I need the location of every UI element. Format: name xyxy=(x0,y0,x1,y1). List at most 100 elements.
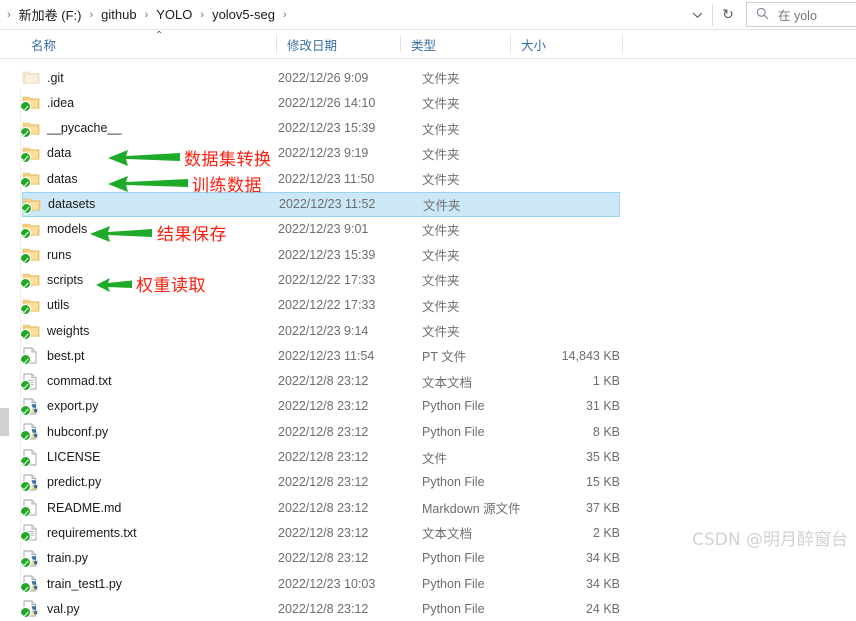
annotation-arrow-datas xyxy=(108,150,180,166)
sync-check-icon xyxy=(20,126,31,138)
column-divider-4[interactable] xyxy=(622,35,623,53)
table-row[interactable]: hubconf.py 2022/12/8 23:12 Python File 8 KB xyxy=(20,419,620,444)
annotation-label-runs: 结果保存 xyxy=(157,225,227,245)
file-name-cell[interactable]: predict.py xyxy=(20,474,277,492)
file-python-icon xyxy=(20,550,40,568)
file-name-label: scripts xyxy=(47,272,84,287)
file-name-label: README.md xyxy=(47,500,122,515)
file-python-icon xyxy=(20,575,40,593)
file-type-cell: 文件夹 xyxy=(422,223,460,238)
breadcrumb-item-yolo[interactable]: YOLO xyxy=(153,5,195,24)
sync-check-icon xyxy=(21,202,32,214)
table-row[interactable]: datasets 2022/12/23 11:52 文件夹 xyxy=(21,191,620,217)
file-name-cell[interactable]: .idea xyxy=(20,94,277,113)
breadcrumb[interactable]: › 新加卷 (F:) › github › YOLO › yolov5-seg … xyxy=(0,0,684,29)
table-row[interactable]: .git 2022/12/26 9:09 文件夹 xyxy=(22,65,620,90)
column-header-type[interactable]: 类型 xyxy=(402,30,510,58)
column-header-date-modified[interactable]: 修改日期 xyxy=(278,30,400,58)
table-row[interactable]: weights 2022/12/23 9:14 文件夹 xyxy=(20,318,620,343)
sync-check-icon xyxy=(20,177,31,189)
breadcrumb-separator-2[interactable]: › xyxy=(140,9,154,21)
file-name-label: __pycache__ xyxy=(47,121,122,136)
file-name-cell[interactable]: utils xyxy=(20,297,277,315)
table-row[interactable]: val.py 2022/12/8 23:12 Python File 24 KB xyxy=(20,596,620,621)
file-date-cell: 2022/12/23 11:52 xyxy=(279,197,376,211)
file-name-cell[interactable]: README.md xyxy=(20,499,277,518)
folder-icon xyxy=(20,145,40,163)
file-date-cell: 2022/12/23 11:54 xyxy=(278,348,375,363)
file-size-cell: 1 KB xyxy=(592,374,620,389)
file-name-cell[interactable]: runs xyxy=(20,246,277,265)
table-row[interactable]: runs 2022/12/23 15:39 文件夹 xyxy=(20,242,620,267)
file-list[interactable]: .git 2022/12/26 9:09 文件夹 .idea 2022/12/26 14… xyxy=(0,59,856,619)
column-header-size[interactable]: 大小 xyxy=(512,30,622,58)
table-row[interactable]: README.md 2022/12/8 23:12 Markdown 源文件 37 K… xyxy=(20,495,620,520)
column-divider-1[interactable] xyxy=(276,35,277,53)
file-date-cell: 2022/12/23 9:19 xyxy=(278,146,369,161)
column-header-name[interactable]: 名称 xyxy=(22,30,276,58)
table-row[interactable]: train_test1.py 2022/12/23 10:03 Python Fil… xyxy=(20,571,620,596)
breadcrumb-item-yolov5-seg[interactable]: yolov5-seg xyxy=(209,5,278,24)
table-row[interactable]: export.py 2022/12/8 23:12 Python File 31 KB xyxy=(20,394,620,419)
breadcrumb-separator-4[interactable]: › xyxy=(278,9,292,21)
column-divider-3[interactable] xyxy=(510,35,511,53)
file-date-cell: 2022/12/8 23:12 xyxy=(278,450,369,464)
table-row[interactable]: requirements.txt 2022/12/8 23:12 文本文档 2 KB xyxy=(20,520,620,545)
breadcrumb-item-github[interactable]: github xyxy=(98,5,139,24)
file-name-cell[interactable]: datasets xyxy=(21,196,278,214)
breadcrumb-separator-1[interactable]: › xyxy=(85,9,99,21)
file-name-cell[interactable]: weights xyxy=(20,322,277,340)
file-size-cell: 31 KB xyxy=(585,399,620,414)
search-input[interactable]: 在 yolo xyxy=(746,2,856,27)
file-type-cell: Python File xyxy=(422,424,485,439)
table-row[interactable]: utils 2022/12/22 17:33 文件夹 xyxy=(20,293,620,318)
table-row[interactable]: train.py 2022/12/8 23:12 Python File 34 KB xyxy=(20,546,620,571)
annotation-label-datasets: 训练数据 xyxy=(192,176,262,196)
file-date-cell: 2022/12/8 23:12 xyxy=(278,551,369,566)
sync-check-icon xyxy=(20,227,31,239)
file-date-cell: 2022/12/8 23:12 xyxy=(278,475,369,490)
file-name-cell[interactable]: commad.txt xyxy=(20,373,277,391)
file-name-label: LICENSE xyxy=(47,450,101,464)
file-name-label: runs xyxy=(47,247,72,262)
table-row[interactable]: best.pt 2022/12/23 11:54 PT 文件 14,843 KB xyxy=(20,343,620,368)
refresh-icon[interactable]: ↻ xyxy=(715,1,741,28)
file-name-cell[interactable]: LICENSE xyxy=(20,449,277,467)
file-type-cell: 文件夹 xyxy=(422,147,460,162)
file-name-cell[interactable]: __pycache__ xyxy=(20,120,277,138)
file-name-label: requirements.txt xyxy=(47,525,137,540)
file-date-cell: 2022/12/8 23:12 xyxy=(278,399,369,414)
table-row[interactable]: LICENSE 2022/12/8 23:12 文件 35 KB xyxy=(20,445,620,470)
breadcrumb-separator-3[interactable]: › xyxy=(195,9,209,21)
file-name-cell[interactable]: best.pt xyxy=(20,347,277,366)
annotation-arrow-datasets xyxy=(108,176,188,192)
table-row[interactable]: commad.txt 2022/12/8 23:12 文本文档 1 KB xyxy=(20,369,620,394)
file-name-cell[interactable]: train.py xyxy=(20,550,277,568)
file-size-cell: 15 KB xyxy=(585,475,620,490)
file-name-label: models xyxy=(47,222,88,237)
table-row[interactable]: predict.py 2022/12/8 23:12 Python File 15 K… xyxy=(20,470,620,495)
folder-icon xyxy=(21,196,41,214)
address-bar[interactable]: › 新加卷 (F:) › github › YOLO › yolov5-seg … xyxy=(0,0,856,30)
file-name-label: train_test1.py xyxy=(47,576,123,591)
table-row[interactable]: __pycache__ 2022/12/23 15:39 文件夹 xyxy=(20,116,620,141)
file-name-label: export.py xyxy=(47,399,99,414)
vertical-scrollbar-thumb[interactable] xyxy=(0,408,9,436)
file-date-cell: 2022/12/23 10:03 xyxy=(278,576,376,591)
sync-check-icon xyxy=(20,379,31,391)
file-name-cell[interactable]: train_test1.py xyxy=(20,575,277,593)
file-name-cell[interactable]: .git xyxy=(22,69,277,86)
file-type-cell: Python File xyxy=(422,576,485,591)
file-generic-icon xyxy=(20,347,40,366)
file-name-cell[interactable]: hubconf.py xyxy=(20,423,277,442)
file-name-cell[interactable]: export.py xyxy=(20,398,277,416)
column-divider-2[interactable] xyxy=(400,35,401,53)
file-name-cell[interactable]: requirements.txt xyxy=(20,524,277,543)
file-name-cell[interactable]: val.py xyxy=(20,600,277,619)
file-text-icon xyxy=(20,373,40,391)
chevron-down-icon[interactable] xyxy=(684,1,710,28)
file-type-cell: 文件夹 xyxy=(422,325,460,339)
breadcrumb-item-drive[interactable]: 新加卷 (F:) xyxy=(16,3,85,26)
folder-icon xyxy=(20,120,40,138)
table-row[interactable]: .idea 2022/12/26 14:10 文件夹 xyxy=(20,90,620,115)
